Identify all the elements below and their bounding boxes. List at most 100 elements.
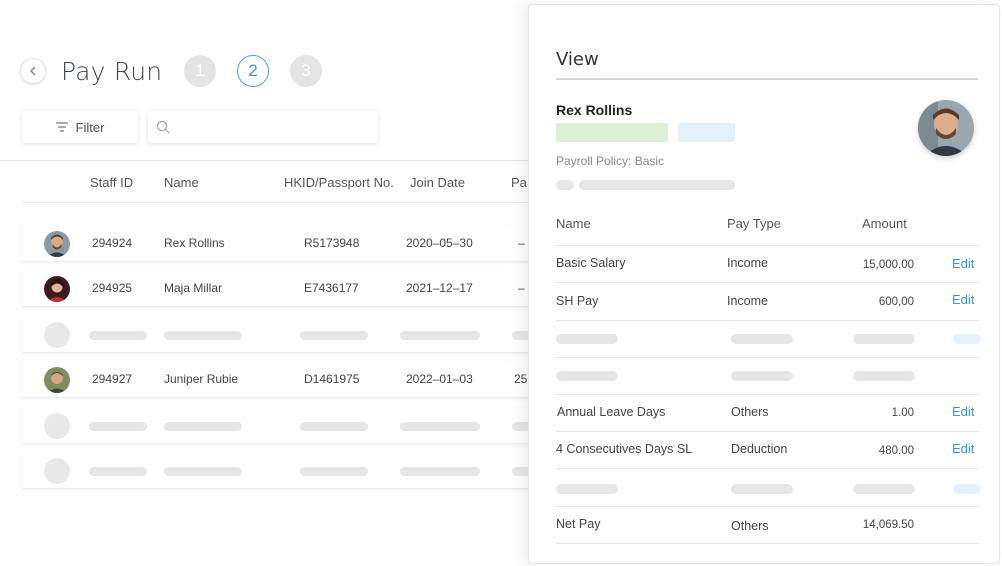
- column-header-join-date: Join Date: [410, 175, 465, 190]
- avatar-placeholder: [44, 413, 70, 439]
- column-header-name: Name: [164, 175, 199, 190]
- pay-item-name: 4 Consecutives Days SL: [556, 442, 693, 456]
- row-divider: [556, 468, 978, 469]
- table-row[interactable]: 294924 Rex Rollins R5173948 2020–05–30 –: [22, 226, 542, 262]
- column-header-name: Name: [556, 216, 591, 231]
- skeleton-bar: [556, 334, 618, 344]
- edit-link[interactable]: Edit: [952, 441, 974, 456]
- staff-id: 294924: [92, 236, 133, 250]
- table-row-placeholder: [22, 453, 542, 489]
- skeleton-pill: [556, 180, 574, 190]
- pay-item-name: SH Pay: [556, 294, 599, 308]
- filter-button[interactable]: Filter: [22, 111, 138, 143]
- employee-name: Rex Rollins: [164, 236, 225, 250]
- skeleton-bar: [300, 331, 368, 340]
- table-row-placeholder: [22, 408, 542, 444]
- edit-link[interactable]: Edit: [952, 404, 974, 419]
- skeleton-bar: [400, 331, 480, 340]
- pay-item-name: Basic Salary: [556, 256, 626, 270]
- skeleton-bar: [731, 334, 793, 344]
- avatar-placeholder: [44, 322, 70, 348]
- skeleton-bar: [953, 334, 981, 344]
- column-header-staff-id: Staff ID: [90, 175, 134, 190]
- skeleton-bar: [853, 334, 915, 344]
- page-title: Pay Run: [61, 57, 163, 86]
- edit-link[interactable]: Edit: [952, 292, 974, 307]
- filter-label: Filter: [75, 119, 105, 135]
- row-divider: [556, 506, 978, 507]
- pay-value: –: [518, 236, 525, 250]
- skeleton-bar: [579, 180, 735, 190]
- row-divider: [556, 320, 978, 321]
- status-tag-blue: [678, 123, 735, 142]
- pay-item-type: Deduction: [731, 442, 788, 456]
- skeleton-bar: [164, 467, 242, 476]
- status-tag-green: [556, 123, 668, 142]
- back-button[interactable]: [20, 58, 46, 84]
- skeleton-bar: [164, 331, 242, 340]
- join-date: 2021–12–17: [406, 281, 473, 295]
- skeleton-bar: [300, 467, 368, 476]
- step-2[interactable]: 2: [237, 55, 269, 87]
- step-1[interactable]: 1: [184, 55, 216, 87]
- column-header-amount: Amount: [862, 216, 907, 231]
- column-header-pay: Pa: [511, 175, 527, 190]
- row-divider: [556, 282, 978, 283]
- avatar: [44, 276, 70, 302]
- employee-name: Juniper Rubie: [164, 372, 239, 386]
- table-row-placeholder: [22, 317, 542, 353]
- pay-item-amount: 1.00: [891, 407, 914, 419]
- search-icon: [156, 120, 170, 134]
- search-box[interactable]: [148, 111, 378, 143]
- join-date: 2020–05–30: [406, 236, 473, 250]
- view-panel: View Rex Rollins Payroll Policy: Basic N…: [528, 4, 1000, 564]
- panel-title-divider: [556, 78, 978, 80]
- skeleton-bar: [400, 422, 480, 431]
- skeleton-bar: [731, 484, 793, 494]
- column-header-pay-type: Pay Type: [727, 216, 781, 231]
- pay-item-name: Net Pay: [556, 517, 601, 531]
- row-divider: [556, 543, 978, 544]
- pay-item-type: Others: [731, 405, 769, 419]
- join-date: 2022–01–03: [406, 372, 473, 386]
- skeleton-bar: [89, 422, 147, 431]
- avatar: [44, 367, 70, 393]
- hkid: E7436177: [304, 281, 359, 295]
- row-divider: [556, 431, 978, 432]
- edit-link[interactable]: Edit: [952, 256, 974, 271]
- avatar: [44, 231, 70, 257]
- skeleton-bar: [89, 467, 147, 476]
- employee-avatar: [918, 100, 974, 156]
- filter-icon: [55, 122, 68, 132]
- pay-item-amount: 480.00: [878, 445, 914, 457]
- skeleton-bar: [953, 484, 981, 494]
- staff-id: 294927: [92, 372, 133, 386]
- hkid: D1461975: [304, 372, 360, 386]
- pay-item-amount: 14,069.50: [862, 519, 914, 531]
- skeleton-bar: [300, 422, 368, 431]
- pay-item-amount: 600,00: [878, 296, 914, 308]
- skeleton-bar: [731, 371, 793, 381]
- column-header-hkid: HKID/Passport No.: [284, 175, 394, 190]
- pay-item-name: Annual Leave Days: [557, 405, 666, 419]
- pay-item-type: Others: [731, 519, 769, 533]
- search-input[interactable]: [176, 111, 378, 143]
- employee-name: Maja Millar: [164, 281, 223, 295]
- skeleton-bar: [556, 484, 618, 494]
- table-row[interactable]: 294925 Maja Millar E7436177 2021–12–17 –: [22, 271, 542, 307]
- pay-value: –: [518, 281, 525, 295]
- row-divider: [556, 245, 978, 246]
- payroll-policy: Payroll Policy: Basic: [556, 154, 665, 168]
- staff-id: 294925: [92, 281, 133, 295]
- panel-title: View: [556, 49, 599, 70]
- chevron-left-icon: [29, 66, 36, 76]
- skeleton-bar: [400, 467, 480, 476]
- skeleton-bar: [164, 422, 242, 431]
- hkid: R5173948: [304, 236, 360, 250]
- step-3[interactable]: 3: [290, 55, 322, 87]
- table-divider: [0, 160, 540, 161]
- row-divider: [556, 357, 978, 358]
- table-row[interactable]: 294927 Juniper Rubie D1461975 2022–01–03…: [22, 362, 542, 398]
- avatar-placeholder: [44, 458, 70, 484]
- pay-item-amount: 15,000.00: [862, 259, 914, 271]
